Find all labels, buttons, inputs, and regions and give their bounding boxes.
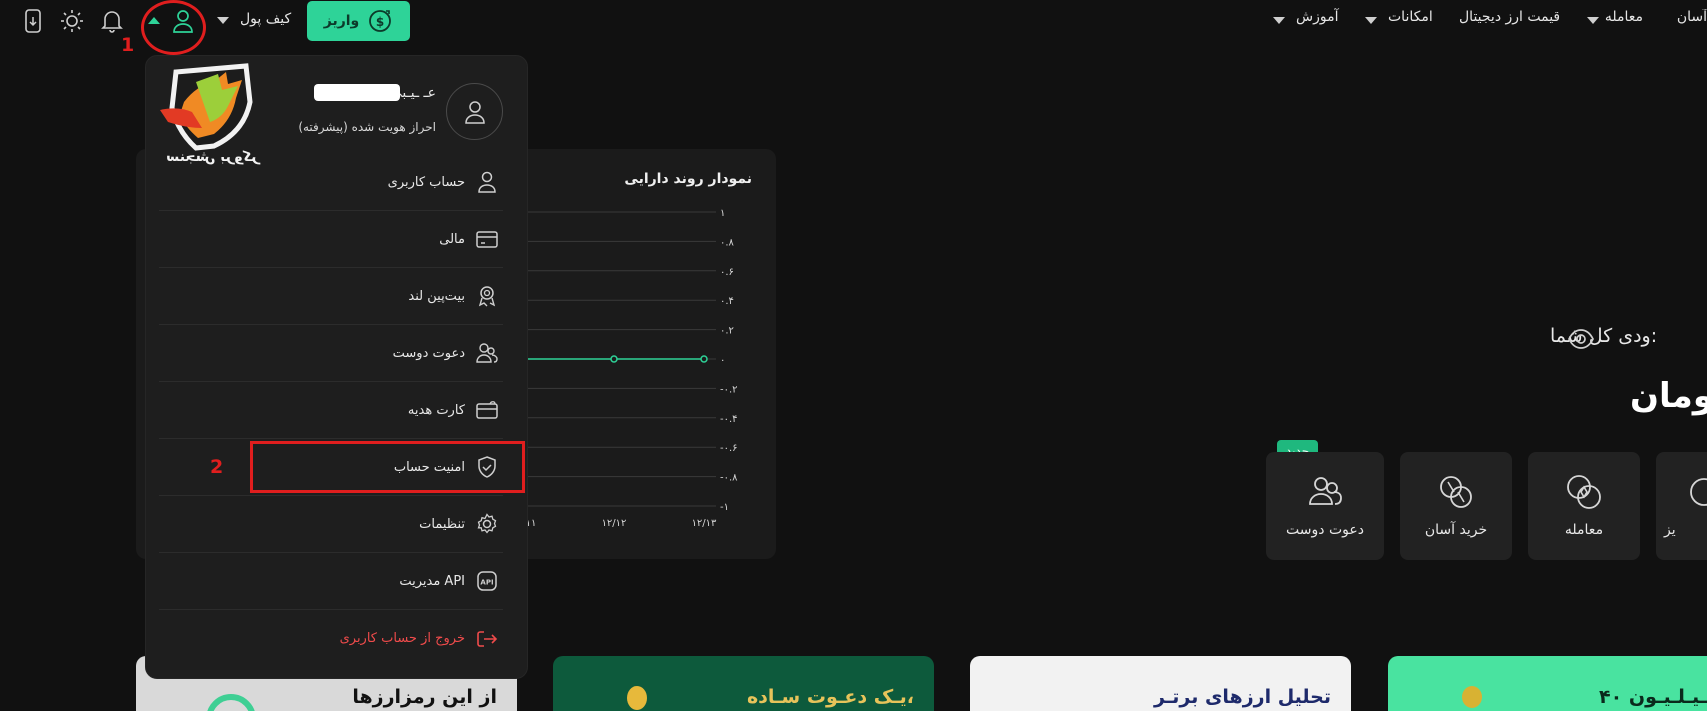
nav-features[interactable]: امکانات (1388, 9, 1433, 25)
banner-coin-icon (627, 686, 647, 710)
menu-gift-card-label: کارت هدیه (407, 402, 465, 418)
chart-y-tick-label: -۰.۸ (720, 473, 738, 484)
bell-icon[interactable] (99, 8, 125, 34)
chart-y-tick-label: -۰.۴ (720, 414, 738, 425)
deposit-button[interactable]: واریز $ (307, 1, 410, 41)
profile-verify-status: احراز هویت شده (پیشرفته) (298, 120, 436, 134)
chart-y-tick-label: ۰.۸ (720, 237, 735, 248)
banner-analysis[interactable]: تحلیل ارزهای برتـر (970, 656, 1351, 711)
chart-x-tick-label: ۱۲/۱۳ (692, 518, 717, 529)
menu-invite-friend[interactable]: دعوت دوست (159, 325, 503, 382)
chart-data-point[interactable] (700, 355, 708, 363)
menu-bitpin-land[interactable]: بیت‌پین لند (159, 268, 503, 325)
theme-toggle-icon[interactable] (59, 8, 85, 34)
chart-y-tick-label: ۰ (720, 355, 725, 366)
avatar-user-icon (464, 100, 485, 124)
logout-icon (475, 627, 499, 651)
banner-million[interactable]: ۴۰ مـیـلـیـون (1388, 656, 1707, 711)
features-caret-icon[interactable] (1365, 17, 1377, 24)
name-redaction-mark (314, 84, 400, 101)
nav-crypto-price[interactable]: قیمت ارز دیجیتال (1459, 9, 1560, 25)
deposit-label: واریز (323, 13, 360, 29)
dollar-coin-icon: $ (367, 8, 393, 34)
svg-text:$: $ (376, 15, 384, 29)
annotation-number-1: 1 (121, 34, 135, 56)
nav-trade[interactable]: معامله (1597, 9, 1643, 25)
users-icon (475, 341, 499, 365)
chart-data-point[interactable] (610, 355, 618, 363)
chart-y-tick-label: -۰.۲ (720, 384, 738, 395)
action-invite-friend[interactable]: دعوت دوست (1266, 452, 1384, 560)
action-deposit[interactable]: یز (1656, 452, 1707, 560)
menu-bitpin-land-label: بیت‌پین لند (408, 288, 465, 304)
chart-x-tick-label: ۱۲/۱۲ (602, 518, 627, 529)
gift-card-icon (475, 398, 499, 422)
users-icon (1305, 472, 1345, 512)
menu-settings-label: تنظیمات (419, 516, 465, 532)
annotation-highlight-2 (250, 441, 525, 493)
banner-top-coins-text: از این رمزارزها (352, 686, 497, 708)
mobile-app-icon[interactable] (20, 8, 46, 34)
menu-finance[interactable]: مالی (159, 211, 503, 268)
chart-y-tick-label: ۰.۲ (720, 326, 734, 337)
exchange-icon (1564, 472, 1604, 512)
menu-logout-label: خروج از حساب کاربری (339, 631, 465, 646)
action-trade[interactable]: معامله (1528, 452, 1640, 560)
nav-easy[interactable]: آسان (1673, 9, 1707, 25)
menu-logout[interactable]: خروج از حساب کاربری (159, 610, 503, 667)
action-easy-buy[interactable]: خرید آسان (1400, 452, 1512, 560)
action-trade-label: معامله (1564, 522, 1604, 538)
menu-api-management[interactable]: API مدیریت API (159, 553, 503, 610)
nav-wallet[interactable]: کیف پول (240, 11, 291, 27)
banner-analysis-text: تحلیل ارزهای برتـر (1153, 686, 1331, 708)
menu-gift-card[interactable]: کارت هدیه (159, 382, 503, 439)
chart-y-tick-label: -۰.۶ (720, 443, 738, 454)
svg-text:API: API (480, 579, 493, 587)
menu-api-management-label: مدیریت API (399, 573, 465, 589)
banner-invite-text: یـک دعـوت سـاده، (746, 686, 914, 708)
chart-y-tick-label: ۰.۴ (720, 296, 734, 307)
menu-settings[interactable]: تنظیمات (159, 496, 503, 553)
action-easy-buy-label: خرید آسان (1424, 522, 1488, 538)
eye-icon[interactable] (1568, 326, 1594, 352)
gear-icon (475, 512, 499, 536)
account-dropdown: عـ ـيـبي احراز هویت شده (پیشرفته) سنجش ب… (145, 55, 528, 679)
award-icon (475, 284, 499, 308)
chart-y-tick-label: ۰.۶ (720, 267, 734, 278)
coins-icon (1436, 472, 1476, 512)
nav-education[interactable]: آموزش (1296, 9, 1338, 25)
api-icon: API (475, 569, 499, 593)
banner-invite[interactable]: یـک دعـوت سـاده، (553, 656, 934, 711)
wallet-card-icon (475, 227, 499, 251)
banner-gold-coin-icon (1462, 686, 1482, 708)
menu-invite-friend-label: دعوت دوست (392, 345, 465, 361)
wallet-caret-icon[interactable] (217, 17, 229, 24)
total-balance-label-text: ودی کل شما: (1550, 325, 1658, 347)
user-icon (475, 170, 499, 194)
total-balance-label: ودی کل شما: (1550, 325, 1657, 347)
banner-coin-ring-icon (206, 694, 256, 711)
annotation-number-2: 2 (210, 456, 224, 478)
banner-million-text: ۴۰ مـیـلـیـون (1599, 686, 1707, 708)
chart-y-tick-label: ۱ (720, 208, 725, 219)
annotation-circle-1 (141, 0, 206, 55)
menu-account[interactable]: حساب کاربری (159, 154, 503, 211)
total-balance-value: ومان (1630, 376, 1707, 416)
action-deposit-label: یز (1664, 522, 1676, 538)
deposit-icon (1676, 472, 1707, 512)
profile-avatar[interactable] (446, 83, 503, 140)
education-caret-icon[interactable] (1273, 17, 1285, 24)
menu-account-label: حساب کاربری (387, 174, 465, 190)
action-invite-friend-label: دعوت دوست (1286, 522, 1364, 538)
chart-y-tick-label: -۱ (720, 502, 729, 513)
menu-finance-label: مالی (439, 231, 465, 247)
